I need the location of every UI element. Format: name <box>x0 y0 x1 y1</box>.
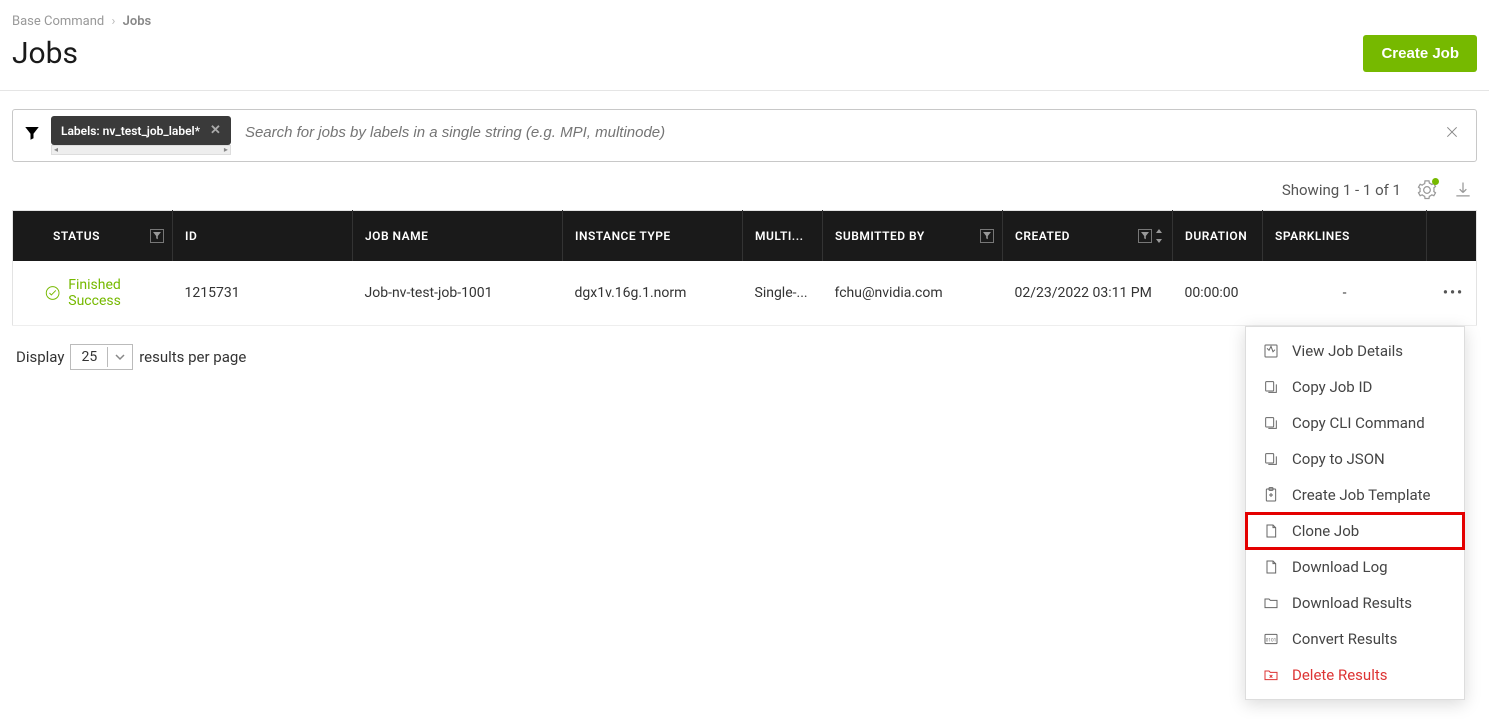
row-context-menu: View Job Details Copy Job ID Copy CLI Co… <box>1245 326 1465 700</box>
search-bar: Labels: nv_test_job_label* ✕ ◂▸ <box>12 109 1477 162</box>
menu-view-job-details[interactable]: View Job Details <box>1246 333 1464 369</box>
status-cell: Finished Success <box>25 277 161 309</box>
cell-sparklines: - <box>1263 261 1427 326</box>
menu-copy-cli-command[interactable]: Copy CLI Command <box>1246 405 1464 441</box>
copy-icon <box>1262 414 1280 432</box>
pagination-suffix-label: results per page <box>139 348 246 366</box>
cell-duration: 00:00:00 <box>1173 261 1263 326</box>
search-clear-icon[interactable] <box>1438 116 1466 148</box>
menu-download-results[interactable]: Download Results <box>1246 585 1464 621</box>
breadcrumb-current: Jobs <box>123 14 152 29</box>
col-duration[interactable]: DURATION <box>1173 211 1263 262</box>
col-sparklines[interactable]: SPARKLINES <box>1263 211 1427 262</box>
filter-chip: Labels: nv_test_job_label* ✕ <box>51 116 231 145</box>
menu-create-job-template[interactable]: Create Job Template <box>1246 477 1464 513</box>
row-actions-menu-icon[interactable]: ••• <box>1443 285 1464 301</box>
menu-copy-job-id[interactable]: Copy Job ID <box>1246 369 1464 405</box>
col-instance-type[interactable]: INSTANCE TYPE <box>563 211 743 262</box>
table-row[interactable]: Finished Success 1215731 Job-nv-test-job… <box>13 261 1477 326</box>
col-submitted-by[interactable]: SUBMITTED BY <box>823 211 1003 262</box>
menu-download-log[interactable]: Download Log <box>1246 549 1464 585</box>
menu-delete-results[interactable]: Delete Results <box>1246 657 1464 693</box>
cell-id: 1215731 <box>173 261 353 326</box>
details-icon <box>1262 342 1280 360</box>
filter-chip-label: Labels: nv_test_job_label* <box>61 124 200 138</box>
menu-convert-results[interactable]: 0101Convert Results <box>1246 621 1464 657</box>
svg-text:0101: 0101 <box>1266 638 1276 644</box>
settings-gear-icon[interactable] <box>1417 180 1437 200</box>
col-multi[interactable]: MULTI... <box>743 211 823 262</box>
folder-icon <box>1262 594 1280 612</box>
menu-clone-job[interactable]: Clone Job <box>1246 513 1464 549</box>
filter-icon[interactable] <box>150 229 164 243</box>
jobs-table: STATUS ID JOB NAME INSTANCE TYPE MULTI..… <box>12 210 1477 326</box>
breadcrumb-parent[interactable]: Base Command <box>12 14 104 29</box>
col-id[interactable]: ID <box>173 211 353 262</box>
toolbar: Showing 1 - 1 of 1 <box>12 162 1477 210</box>
binary-icon: 0101 <box>1262 630 1280 648</box>
page-header: Jobs Create Job <box>0 29 1489 91</box>
showing-count: Showing 1 - 1 of 1 <box>1282 181 1401 199</box>
breadcrumb-separator: › <box>112 14 116 29</box>
document-icon <box>1262 522 1280 540</box>
filter-icon[interactable] <box>23 116 41 142</box>
col-status[interactable]: STATUS <box>13 211 173 262</box>
breadcrumb: Base Command › Jobs <box>0 0 1489 29</box>
col-created[interactable]: CREATED <box>1003 211 1173 262</box>
delete-folder-icon <box>1262 666 1280 684</box>
copy-icon <box>1262 378 1280 396</box>
template-icon <box>1262 486 1280 504</box>
cell-submitted-by: fchu@nvidia.com <box>823 261 1003 326</box>
pagination-display-label: Display <box>16 348 64 366</box>
search-input[interactable] <box>241 116 1428 149</box>
copy-icon <box>1262 450 1280 468</box>
chip-scrollbar[interactable]: ◂▸ <box>51 145 231 155</box>
cell-multi: Single-... <box>743 261 823 326</box>
success-check-icon <box>45 284 60 302</box>
cell-job-name: Job-nv-test-job-1001 <box>353 261 563 326</box>
col-job-name[interactable]: JOB NAME <box>353 211 563 262</box>
cell-created: 02/23/2022 03:11 PM <box>1003 261 1173 326</box>
results-per-page-select[interactable]: 25 <box>70 344 133 370</box>
menu-copy-to-json[interactable]: Copy to JSON <box>1246 441 1464 477</box>
filter-icon[interactable] <box>1138 229 1152 243</box>
cell-instance-type: dgx1v.16g.1.norm <box>563 261 743 326</box>
col-actions <box>1427 211 1477 262</box>
create-job-button[interactable]: Create Job <box>1363 35 1477 72</box>
document-icon <box>1262 558 1280 576</box>
sort-icon[interactable] <box>1154 229 1164 243</box>
chevron-down-icon <box>107 347 132 367</box>
page-title: Jobs <box>12 36 78 71</box>
filter-chip-close-icon[interactable]: ✕ <box>210 123 221 138</box>
download-icon[interactable] <box>1453 180 1473 200</box>
filter-icon[interactable] <box>980 229 994 243</box>
